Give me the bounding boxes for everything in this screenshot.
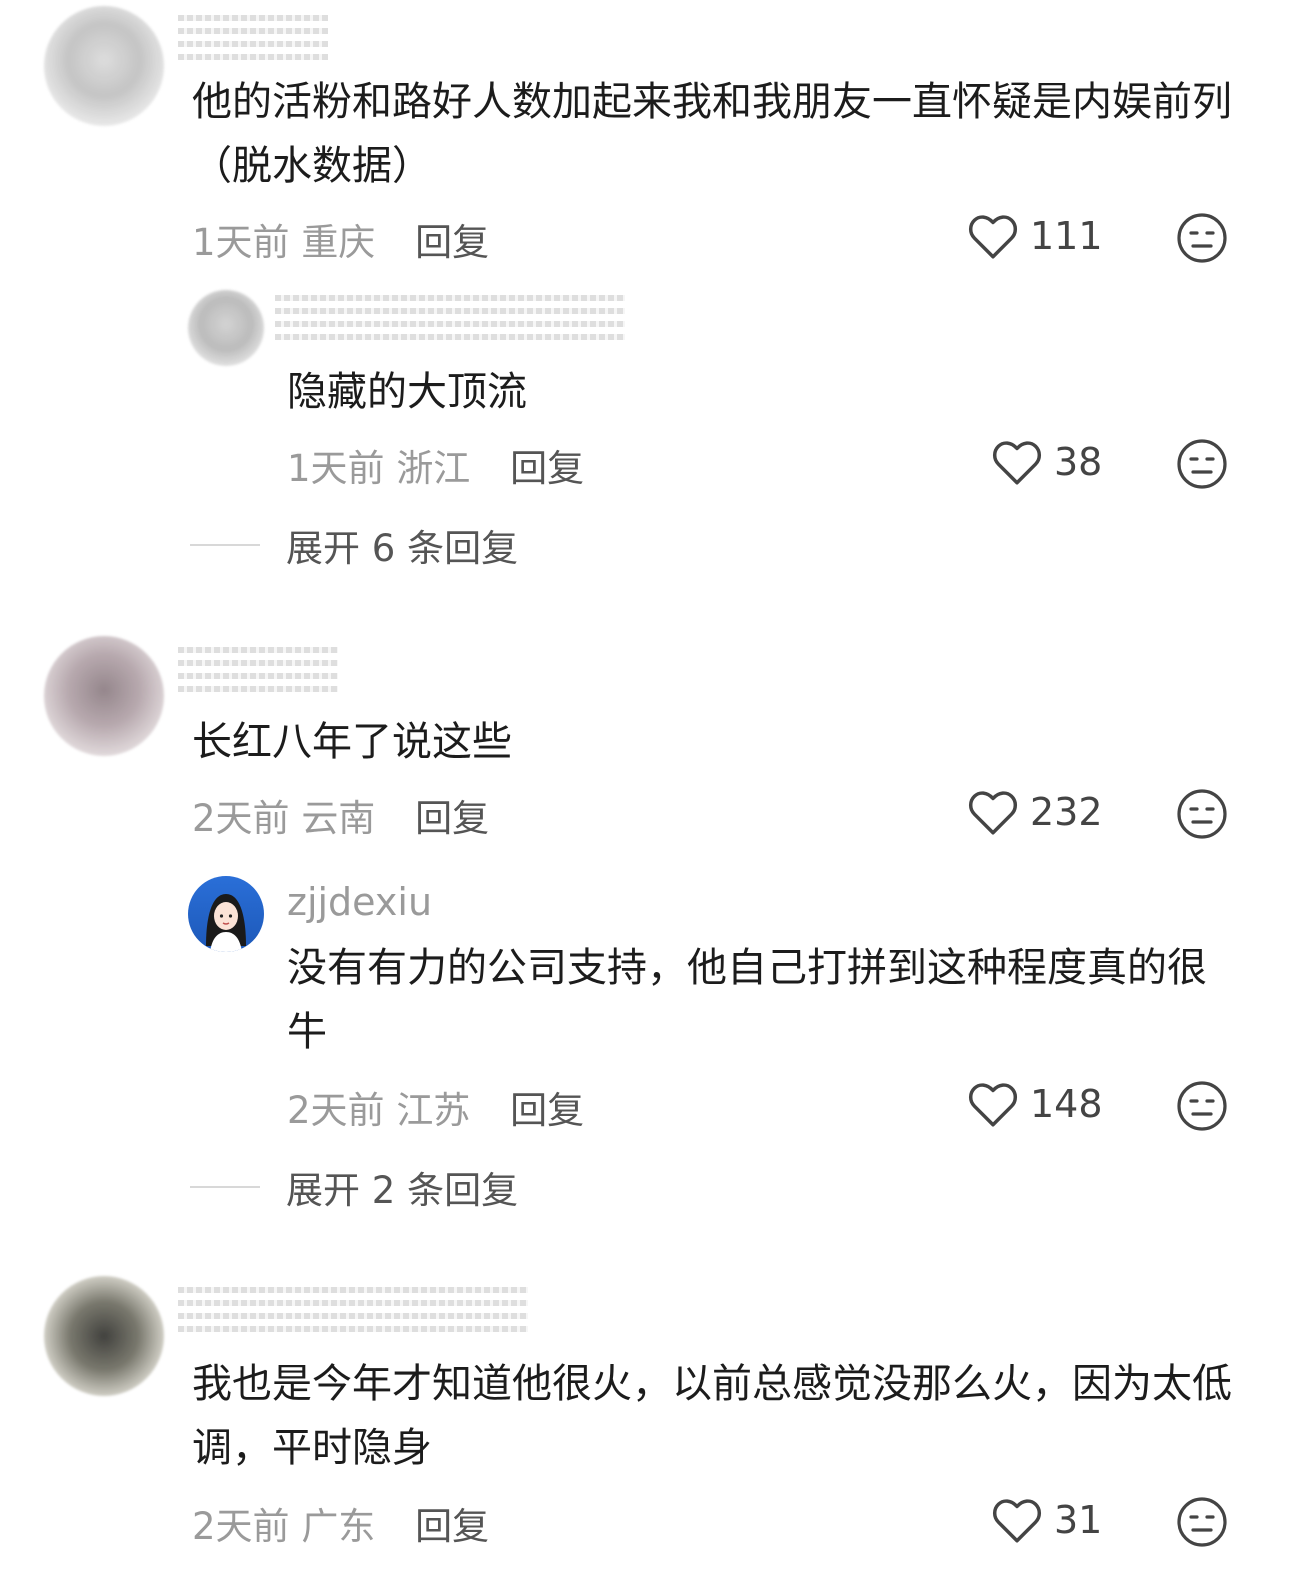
avatar-illustration — [206, 894, 246, 952]
avatar[interactable] — [44, 6, 164, 126]
reply-meta: 2天前 江苏 回复 — [287, 1080, 584, 1134]
avatar[interactable] — [44, 636, 164, 756]
comment-location: 重庆 — [301, 221, 376, 264]
avatar[interactable] — [44, 1276, 164, 1396]
comment-meta: 2天前 云南 回复 — [192, 788, 489, 842]
like-count: 31 — [1054, 1498, 1103, 1542]
like-button[interactable]: 38 — [990, 438, 1102, 486]
comment-location: 广东 — [301, 1505, 376, 1548]
reply-location: 江苏 — [396, 1089, 471, 1132]
neutral-face-icon[interactable] — [1176, 788, 1228, 840]
username-blurred[interactable] — [178, 8, 328, 68]
heart-outline-icon — [992, 441, 1042, 485]
like-count: 148 — [1030, 1082, 1103, 1126]
comment-text: 我也是今年才知道他很火，以前总感觉没那么火，因为太低调，平时隐身 — [192, 1361, 1232, 1471]
reply-location: 浙江 — [396, 447, 471, 490]
neutral-face-icon[interactable] — [1176, 212, 1228, 264]
expand-replies-button[interactable]: 展开 2 条回复 — [190, 1160, 518, 1214]
like-button[interactable]: 111 — [966, 212, 1103, 260]
avatar[interactable] — [188, 876, 264, 952]
expand-replies-label: 展开 2 条回复 — [286, 1169, 519, 1212]
heart-outline-icon — [968, 1083, 1018, 1127]
comment-text: 长红八年了说这些 — [192, 719, 512, 765]
reply-button[interactable]: 回复 — [415, 1505, 489, 1548]
avatar[interactable] — [188, 290, 264, 366]
like-button[interactable]: 232 — [966, 788, 1103, 836]
comment-meta: 1天前 重庆 回复 — [192, 212, 489, 266]
reply-button[interactable]: 回复 — [510, 1089, 584, 1132]
like-count: 232 — [1030, 790, 1103, 834]
like-count: 38 — [1054, 440, 1103, 484]
neutral-face-icon[interactable] — [1176, 1496, 1228, 1548]
like-button[interactable]: 148 — [966, 1080, 1103, 1128]
comment-location: 云南 — [301, 797, 376, 840]
reply-time: 1天前 — [287, 447, 385, 490]
divider — [190, 544, 260, 546]
expand-replies-button[interactable]: 展开 6 条回复 — [190, 518, 518, 572]
comment-text: 他的活粉和路好人数加起来我和我朋友一直怀疑是内娱前列（脱水数据） — [192, 79, 1232, 189]
heart-outline-icon — [992, 1499, 1042, 1543]
reply-text: 没有有力的公司支持，他自己打拼到这种程度真的很牛 — [287, 945, 1207, 1055]
comment-time: 1天前 — [192, 221, 290, 264]
expand-replies-label: 展开 6 条回复 — [286, 527, 519, 570]
heart-outline-icon — [968, 791, 1018, 835]
username-blurred[interactable] — [178, 640, 338, 700]
reply-text: 隐藏的大顶流 — [287, 369, 527, 415]
heart-outline-icon — [968, 215, 1018, 259]
comment-meta: 2天前 广东 回复 — [192, 1496, 489, 1550]
username[interactable]: zjjdexiu — [287, 880, 432, 924]
username-blurred[interactable] — [178, 1280, 528, 1340]
reply-time: 2天前 — [287, 1089, 385, 1132]
comment-time: 2天前 — [192, 797, 290, 840]
like-count: 111 — [1030, 214, 1103, 258]
comment-time: 2天前 — [192, 1505, 290, 1548]
reply-meta: 1天前 浙江 回复 — [287, 438, 584, 492]
divider — [190, 1186, 260, 1188]
reply-button[interactable]: 回复 — [415, 797, 489, 840]
neutral-face-icon[interactable] — [1176, 438, 1228, 490]
neutral-face-icon[interactable] — [1176, 1080, 1228, 1132]
reply-button[interactable]: 回复 — [415, 221, 489, 264]
reply-button[interactable]: 回复 — [510, 447, 584, 490]
username-blurred[interactable] — [275, 288, 625, 348]
like-button[interactable]: 31 — [990, 1496, 1102, 1544]
